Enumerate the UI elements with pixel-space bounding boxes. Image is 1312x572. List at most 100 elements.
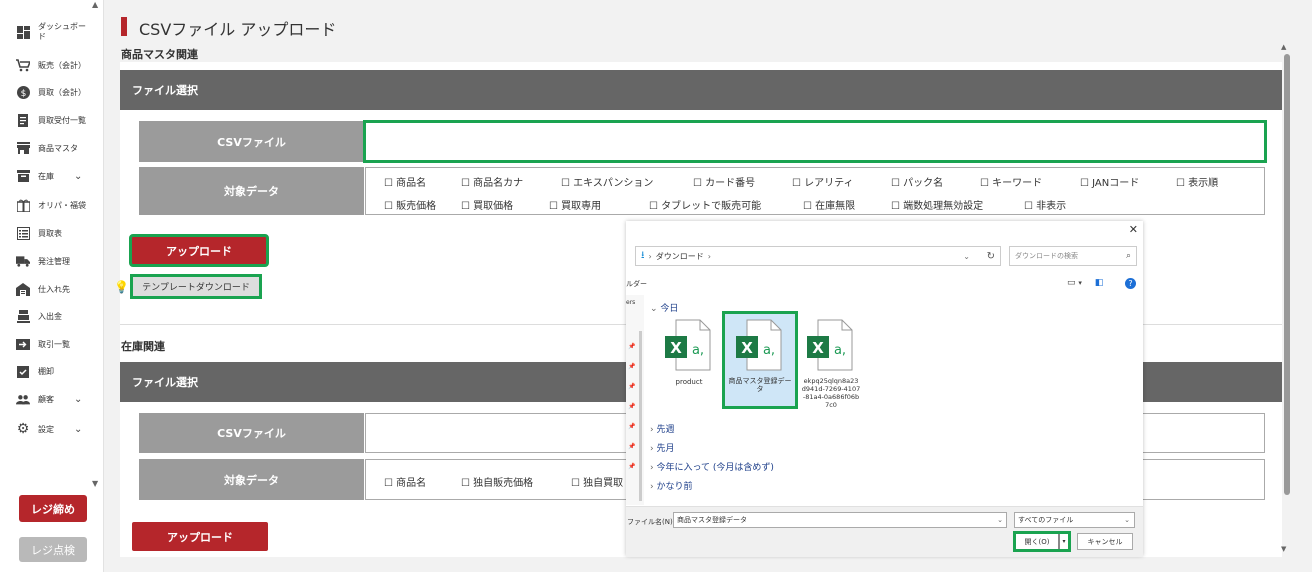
checkbox-tablet-sellable[interactable]: ☐ タブレットで販売可能 [649, 197, 761, 212]
address-bar[interactable]: ⭳ › ダウンロード › ⌄ ↻ [635, 246, 1001, 266]
pin-icon: 📌 [628, 403, 636, 410]
close-icon[interactable]: ✕ [1129, 223, 1138, 236]
panel-title: ファイル選択 [132, 84, 198, 97]
refresh-icon[interactable]: ↻ [987, 251, 995, 262]
pin-icon: 📌 [628, 463, 636, 470]
product-upload-button[interactable]: アップロード [129, 234, 269, 267]
chevron-down-icon[interactable]: ▾ [1078, 279, 1082, 287]
checkbox-label: JANコード [1092, 178, 1140, 189]
template-download-button[interactable]: テンプレートダウンロード [130, 274, 262, 299]
checkbox-display-order[interactable]: ☐ 表示順 [1176, 174, 1218, 189]
sidebar-item-purchase-table[interactable]: 買取表 [16, 223, 62, 243]
group-today[interactable]: ⌄ 今日 [650, 301, 678, 314]
sidebar-item-cash[interactable]: 入出金 [16, 306, 62, 326]
checkbox-jan-code[interactable]: ☐ JANコード [1080, 174, 1139, 189]
checkbox-custom-sale-price[interactable]: ☐ 独自販売価格 [461, 474, 533, 489]
chevron-right-icon: › [650, 425, 654, 435]
chevron-down-icon[interactable]: ⌄ [74, 424, 82, 435]
group-last-week[interactable]: › 先週 [650, 422, 675, 435]
main-scrollbar[interactable] [1284, 54, 1290, 495]
chevron-down-icon[interactable]: ⌄ [74, 171, 82, 182]
preview-pane-icon[interactable]: ◧ [1095, 278, 1104, 288]
checkbox-expansion[interactable]: ☐ エキスパンション [561, 174, 653, 189]
checkbox-card-number[interactable]: ☐ カード番号 [693, 174, 755, 189]
register-check-button[interactable]: レジ点検 [19, 537, 87, 562]
chevron-right-icon: › [650, 463, 654, 473]
file-open-dialog: ✕ ⭳ › ダウンロード › ⌄ ↻ ダウンロードの検索 ⌕ ルダー ▭ ▾ ◧… [626, 221, 1143, 557]
group-this-year[interactable]: › 今年に入って (今月は含めず) [650, 460, 774, 473]
group-long-ago[interactable]: › かなり前 [650, 479, 693, 492]
sidebar: ▲ ダッシュボー ド 販売（会計） $ 買取（会計） 買取受付一覧 商品マスタ … [0, 0, 104, 572]
cart-icon [16, 58, 30, 72]
file-item-selected[interactable]: X a, 商品マスタ登録デー タ [722, 311, 798, 409]
sidebar-item-settings[interactable]: ⚙ 設定 ⌄ [16, 419, 96, 439]
search-input[interactable]: ダウンロードの検索 ⌕ [1009, 246, 1137, 266]
cancel-button[interactable]: キャンセル [1077, 533, 1133, 550]
checkbox-rarity[interactable]: ☐ レアリティ [792, 174, 854, 189]
file-item[interactable]: X a, product [654, 314, 724, 406]
chevron-down-icon[interactable]: ⌄ [963, 252, 970, 261]
chevron-down-icon[interactable]: ⌄ [1124, 516, 1130, 524]
chevron-down-icon[interactable]: ⌄ [74, 394, 82, 405]
checkbox-label: エキスパンション [573, 178, 654, 189]
filename-input[interactable]: 商品マスタ登録データ ⌄ [673, 512, 1007, 528]
checkbox-purchase-only[interactable]: ☐ 買取専用 [549, 197, 601, 212]
gift-icon [16, 198, 30, 212]
sidebar-scroll-down-icon[interactable]: ▼ [92, 479, 98, 488]
checkbox-purchase-price[interactable]: ☐ 買取価格 [461, 197, 513, 212]
file-item[interactable]: X a, ekpq25qlqn8a23 d941d-7269-4107 -81a… [796, 314, 866, 409]
checkbox-label: パック名 [903, 178, 944, 189]
sidebar-item-stock[interactable]: 在庫 ⌄ [16, 166, 96, 186]
sidebar-item-label: 入出金 [38, 311, 62, 321]
checkbox-custom-purchase[interactable]: ☐ 独自買取 [571, 474, 623, 489]
sidebar-item-inventory[interactable]: 棚卸 [16, 361, 54, 381]
sidebar-item-product-master[interactable]: 商品マスタ [16, 138, 78, 158]
stock-upload-button[interactable]: アップロード [132, 522, 268, 551]
sidebar-item-supplier[interactable]: 仕入れ先 [16, 279, 70, 299]
sidebar-item-label: 発注管理 [38, 256, 70, 266]
store-icon [16, 141, 30, 155]
checkbox-stock-product-name[interactable]: ☐ 商品名 [384, 474, 426, 489]
file-type-select[interactable]: すべてのファイル ⌄ [1014, 512, 1135, 528]
chevron-down-icon[interactable]: ⌄ [997, 516, 1003, 524]
sidebar-item-label: 仕入れ先 [38, 284, 70, 294]
sidebar-item-purchase[interactable]: $ 買取（会計） [16, 82, 86, 102]
scroll-down-icon[interactable]: ▼ [1281, 545, 1286, 553]
sidebar-item-purchase-list[interactable]: 買取受付一覧 [16, 110, 86, 130]
sidebar-item-customers[interactable]: 顧客 ⌄ [16, 389, 96, 409]
sidebar-item-order-management[interactable]: 発注管理 [16, 251, 70, 271]
panel-title: ファイル選択 [132, 376, 198, 389]
close-register-button[interactable]: レジ締め [19, 495, 87, 522]
sidebar-item-oripa[interactable]: オリパ・福袋 [16, 195, 86, 215]
view-icon[interactable]: ▭ [1067, 278, 1076, 288]
download-arrow-icon: ⭳ [641, 249, 645, 261]
group-last-month[interactable]: › 先月 [650, 441, 675, 454]
checkbox-product-kana[interactable]: ☐ 商品名カナ [461, 174, 523, 189]
checkbox-pack-name[interactable]: ☐ パック名 [891, 174, 943, 189]
pin-icon: 📌 [628, 363, 636, 370]
nav-scrollbar[interactable] [639, 331, 642, 501]
checkbox-label: 在庫無限 [815, 201, 856, 212]
nav-item[interactable]: ers [626, 299, 635, 306]
help-icon[interactable]: ? [1125, 278, 1136, 289]
breadcrumb[interactable]: ダウンロード [656, 251, 704, 262]
checkbox-sale-price[interactable]: ☐ 販売価格 [384, 197, 436, 212]
sidebar-item-sales[interactable]: 販売（会計） [16, 55, 86, 75]
checkbox-rounding-disabled[interactable]: ☐ 端数処理無効設定 [891, 197, 983, 212]
checkbox-product-name[interactable]: ☐ 商品名 [384, 174, 426, 189]
group-label: 今日 [660, 304, 679, 314]
sidebar-item-dashboard[interactable]: ダッシュボー ド [16, 22, 86, 42]
sidebar-item-transactions[interactable]: 取引一覧 [16, 334, 70, 354]
checkbox-infinite-stock[interactable]: ☐ 在庫無限 [803, 197, 855, 212]
new-folder-label[interactable]: ルダー [626, 279, 647, 289]
pin-icon: 📌 [628, 443, 636, 450]
lightbulb-icon: 💡 [114, 280, 129, 294]
checkbox-keyword[interactable]: ☐ キーワード [980, 174, 1042, 189]
checkbox-label: キーワード [992, 178, 1043, 189]
view-options[interactable]: ▭ ▾ ◧ [1067, 278, 1103, 288]
search-placeholder: ダウンロードの検索 [1015, 252, 1078, 260]
product-csv-file-input[interactable] [363, 120, 1267, 163]
scroll-up-icon[interactable]: ▲ [1281, 43, 1286, 51]
checkbox-hidden[interactable]: ☐ 非表示 [1024, 197, 1066, 212]
sidebar-scroll-up-icon[interactable]: ▲ [92, 0, 98, 9]
